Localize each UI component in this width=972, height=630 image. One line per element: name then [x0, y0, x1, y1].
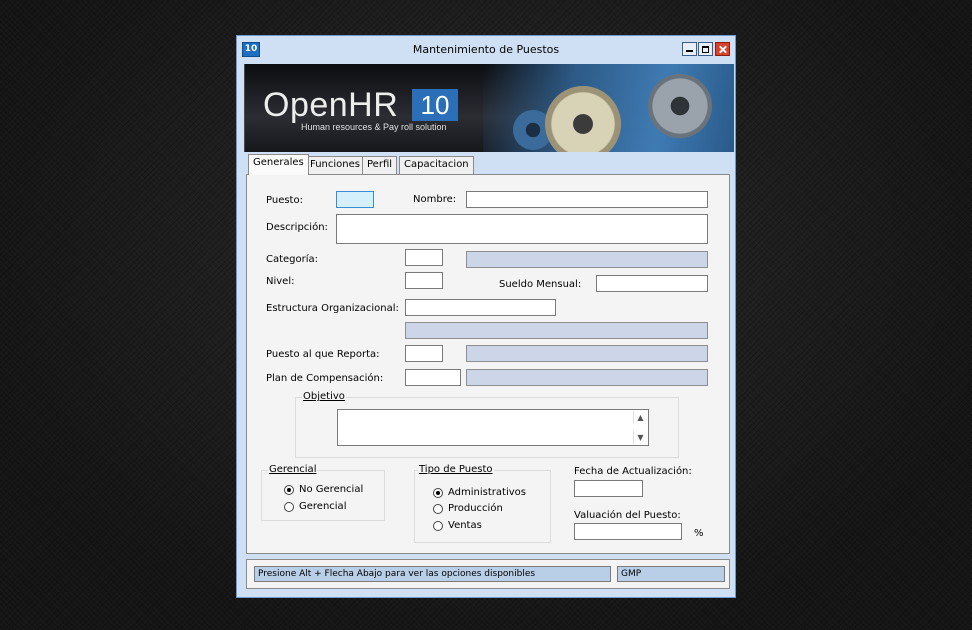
objetivo-group: Objetivo ▲ ▼	[295, 391, 679, 458]
fecha-label: Fecha de Actualización:	[574, 466, 692, 477]
nivel-label: Nivel:	[266, 276, 295, 287]
window-title: Mantenimiento de Puestos	[412, 43, 560, 56]
status-message: Presione Alt + Flecha Abajo para ver las…	[254, 566, 611, 582]
brand-banner: OpenHR 10 Human resources & Pay roll sol…	[244, 64, 734, 152]
estructura-description-field	[405, 322, 708, 339]
nombre-input[interactable]	[466, 191, 708, 208]
maximize-button[interactable]	[698, 42, 713, 56]
administrativos-radio[interactable]	[433, 488, 443, 498]
status-user: GMP	[617, 566, 725, 582]
descripcion-input[interactable]	[336, 214, 708, 244]
ventas-radio[interactable]	[433, 521, 443, 531]
scroll-down-icon[interactable]: ▼	[633, 431, 647, 444]
objetivo-title: Objetivo	[302, 391, 346, 402]
sueldo-label: Sueldo Mensual:	[499, 279, 582, 290]
gerencial-radio[interactable]	[284, 502, 294, 512]
tab-capacitacion[interactable]: Capacitacion	[399, 156, 474, 174]
sueldo-mensual-input[interactable]	[596, 275, 708, 292]
gear-icon	[545, 86, 621, 152]
estructura-label: Estructura Organizacional:	[266, 303, 399, 314]
gerencial-label: Gerencial	[299, 501, 347, 512]
administrativos-label: Administrativos	[448, 487, 526, 498]
estructura-code-input[interactable]	[405, 299, 556, 316]
no-gerencial-label: No Gerencial	[299, 484, 364, 495]
puesto-input[interactable]	[336, 191, 374, 208]
categoria-code-input[interactable]	[405, 249, 443, 266]
gear-icon	[648, 74, 712, 138]
window: 10 Mantenimiento de Puestos OpenHR 10 Hu…	[236, 35, 736, 598]
brand-version: 10	[412, 89, 458, 121]
reporta-label: Puesto al que Reporta:	[266, 349, 380, 360]
tipo-puesto-group: Tipo de Puesto Administrativos Producció…	[414, 464, 551, 543]
gerencial-group: Gerencial No Gerencial Gerencial	[261, 464, 385, 521]
title-bar[interactable]: 10 Mantenimiento de Puestos	[237, 36, 735, 62]
nombre-label: Nombre:	[413, 194, 457, 205]
brand-tagline: Human resources & Pay roll solution	[301, 122, 447, 132]
nivel-input[interactable]	[405, 272, 443, 289]
reporta-code-input[interactable]	[405, 345, 443, 362]
scroll-up-icon[interactable]: ▲	[633, 411, 647, 424]
ventas-label: Ventas	[448, 520, 482, 531]
brand-name: OpenHR	[263, 86, 399, 124]
produccion-label: Producción	[448, 503, 503, 514]
plan-label: Plan de Compensación:	[266, 373, 384, 384]
close-button[interactable]	[715, 42, 730, 56]
categoria-description-field	[466, 251, 708, 268]
no-gerencial-radio[interactable]	[284, 485, 294, 495]
valuacion-label: Valuación del Puesto:	[574, 510, 681, 521]
produccion-radio[interactable]	[433, 504, 443, 514]
descripcion-label: Descripción:	[266, 222, 328, 233]
tipo-puesto-title: Tipo de Puesto	[418, 464, 494, 475]
valuacion-input[interactable]	[574, 523, 682, 540]
tab-perfil[interactable]: Perfil	[362, 156, 398, 174]
percent-symbol: %	[694, 528, 704, 539]
reporta-description-field	[466, 345, 708, 362]
tab-funciones[interactable]: Funciones	[305, 156, 365, 174]
generales-panel: Puesto: Nombre: Descripción: Categoría: …	[246, 174, 730, 554]
categoria-label: Categoría:	[266, 254, 319, 265]
puesto-label: Puesto:	[266, 195, 303, 206]
objetivo-textarea[interactable]: ▲ ▼	[337, 409, 649, 446]
plan-description-field	[466, 369, 708, 386]
minimize-button[interactable]	[682, 42, 697, 56]
tab-generales[interactable]: Generales	[248, 154, 309, 175]
plan-code-input[interactable]	[405, 369, 461, 386]
status-bar: Presione Alt + Flecha Abajo para ver las…	[246, 559, 730, 589]
fecha-actualizacion-input[interactable]	[574, 480, 643, 497]
gerencial-title: Gerencial	[268, 464, 318, 475]
